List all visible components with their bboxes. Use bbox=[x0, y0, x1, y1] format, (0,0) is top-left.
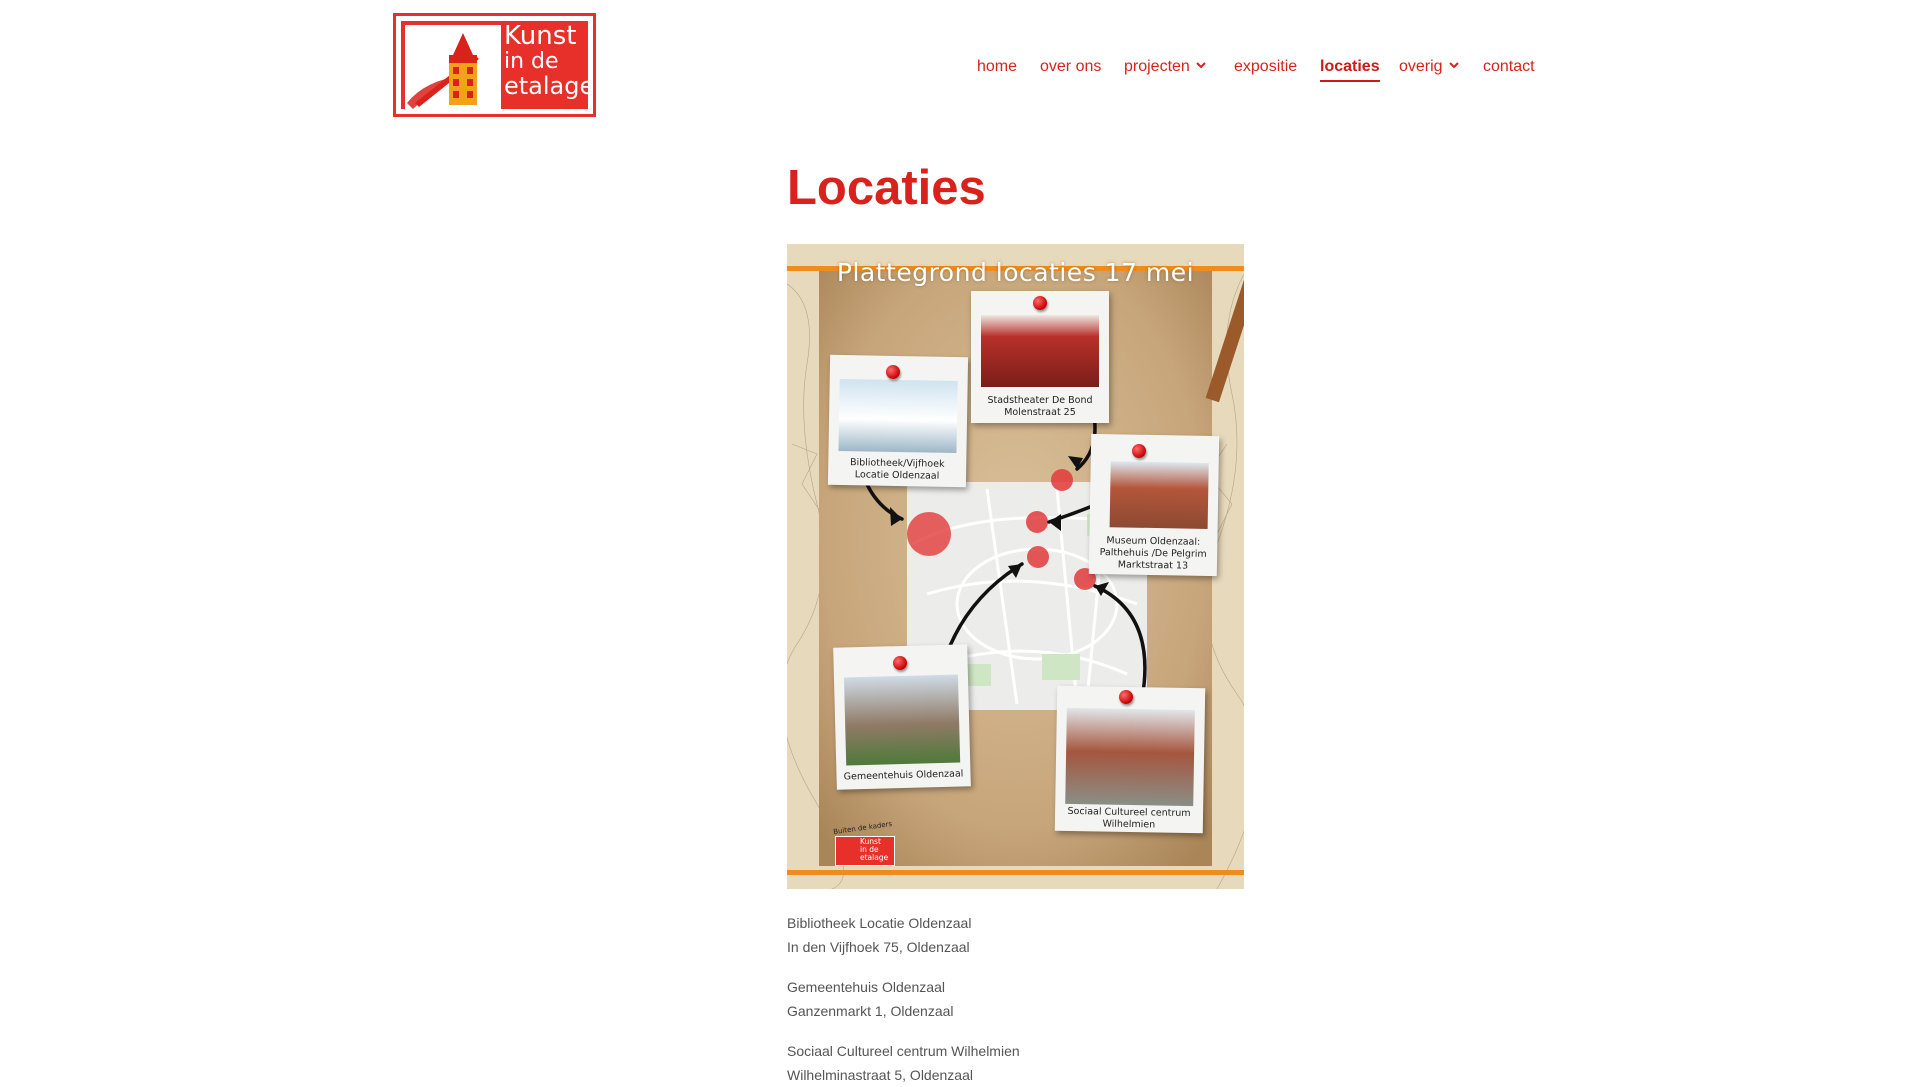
nav-overig-label: overig bbox=[1399, 58, 1443, 75]
address-name: Sociaal Cultureel centrum Wilhelmien bbox=[787, 1043, 1020, 1059]
poster-logo-wordmark: Kunst in de etalage bbox=[860, 838, 888, 862]
address-block: Bibliotheek Locatie Oldenzaal In den Vij… bbox=[787, 911, 971, 959]
nav-contact[interactable]: contact bbox=[1483, 57, 1535, 77]
card-caption-line: Marktstraat 13 bbox=[1117, 559, 1189, 572]
card-photo bbox=[1065, 707, 1195, 807]
pushpin-icon bbox=[1132, 444, 1146, 458]
poster-logo-box: Kunst in de etalage bbox=[835, 836, 895, 866]
nav-projecten[interactable]: projecten bbox=[1124, 57, 1206, 77]
card-photo bbox=[1109, 461, 1209, 529]
nav-overig[interactable]: overig bbox=[1399, 57, 1459, 77]
card-caption: Sociaal Cultureel centrum Wilhelmien bbox=[1057, 806, 1201, 833]
address-block: Gemeentehuis Oldenzaal Ganzenmarkt 1, Ol… bbox=[787, 975, 954, 1023]
location-card: Stadstheater De Bond Molenstraat 25 bbox=[971, 291, 1109, 423]
pushpin-icon bbox=[886, 365, 900, 379]
card-caption-line: Palthehuis /De Pelgrim bbox=[1099, 547, 1207, 560]
card-photo bbox=[838, 378, 958, 454]
card-caption: Stadstheater De Bond Molenstraat 25 bbox=[973, 395, 1107, 419]
nav-over-ons[interactable]: over ons bbox=[1040, 57, 1101, 77]
card-photo bbox=[981, 315, 1099, 387]
location-map-poster: Plattegrond locaties 17 mei Bibliotheek/… bbox=[787, 244, 1244, 889]
nav-expositie[interactable]: expositie bbox=[1234, 57, 1297, 77]
address-street: Wilhelminastraat 5, Oldenzaal bbox=[787, 1067, 973, 1083]
card-caption: Bibliotheek/Vijfhoek Locatie Oldenzaal bbox=[830, 457, 964, 483]
poster-logo: Buiten de kaders Kunst in de etalage bbox=[833, 820, 897, 866]
card-caption-line: Stadstheater De Bond bbox=[987, 395, 1093, 406]
pushpin-icon bbox=[1033, 296, 1047, 310]
location-card: Sociaal Cultureel centrum Wilhelmien bbox=[1054, 685, 1206, 834]
card-caption-line: Gemeentehuis Oldenzaal bbox=[843, 768, 964, 783]
nav-home[interactable]: home bbox=[977, 57, 1017, 77]
pushpin-icon bbox=[1119, 690, 1133, 704]
card-caption-line: Molenstraat 25 bbox=[1004, 407, 1076, 418]
address-name: Bibliotheek Locatie Oldenzaal bbox=[787, 915, 972, 931]
nav-locaties[interactable]: locaties bbox=[1320, 57, 1380, 82]
pushpin-icon bbox=[893, 656, 907, 670]
card-caption: Museum Oldenzaal: Palthehuis /De Pelgrim… bbox=[1091, 535, 1216, 573]
location-card: Museum Oldenzaal: Palthehuis /De Pelgrim… bbox=[1088, 433, 1220, 577]
card-caption-line: Wilhelmien bbox=[1102, 818, 1156, 831]
address-name: Gemeentehuis Oldenzaal bbox=[787, 979, 945, 995]
poster-logo-line: etalage bbox=[860, 853, 889, 862]
card-caption-line: Locatie Oldenzaal bbox=[854, 469, 940, 482]
card-photo bbox=[843, 674, 961, 766]
chevron-down-icon bbox=[1196, 62, 1206, 69]
main-nav: home over ons projecten expositie locati… bbox=[0, 57, 1920, 87]
address-street: Ganzenmarkt 1, Oldenzaal bbox=[787, 1003, 954, 1019]
page-title: Locaties bbox=[787, 161, 986, 215]
poster-title: Plattegrond locaties 17 mei bbox=[836, 258, 1195, 287]
address-street: In den Vijfhoek 75, Oldenzaal bbox=[787, 939, 970, 955]
chevron-down-icon bbox=[1448, 62, 1459, 69]
nav-projecten-label: projecten bbox=[1124, 58, 1190, 75]
logo-line-1: Kunst bbox=[504, 21, 577, 51]
card-caption: Gemeentehuis Oldenzaal bbox=[838, 768, 968, 783]
